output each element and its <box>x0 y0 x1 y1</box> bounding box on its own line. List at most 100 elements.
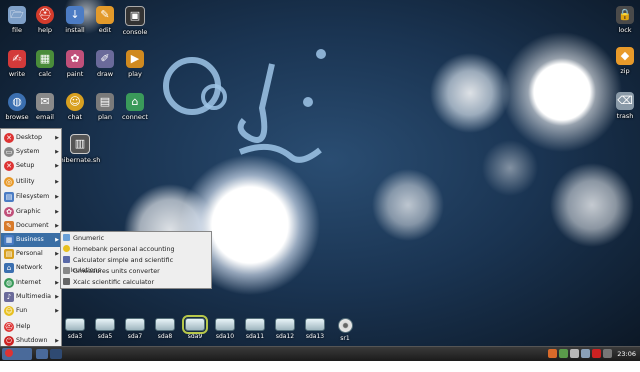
menu-item-system[interactable]: ▭ System ▶ <box>1 145 61 159</box>
desktop-icon-connect[interactable]: ⌂ connect <box>118 93 152 121</box>
calendar-icon: ▤ <box>96 93 114 111</box>
desktop-icon-zip[interactable]: ◆ zip <box>608 47 640 75</box>
hard-drive-icon <box>95 318 115 331</box>
drive-label: sr1 <box>340 335 350 342</box>
desktop-icon-calc[interactable]: ▦ calc <box>28 50 62 78</box>
hard-drive-icon <box>305 318 325 331</box>
menu-item-filesystem[interactable]: ▤ Filesystem ▶ <box>1 190 61 204</box>
archive-icon: ◆ <box>616 47 634 65</box>
menu-item-utility[interactable]: ◎ Utility ▶ <box>1 175 61 189</box>
drive-label: sda7 <box>127 333 143 340</box>
menu-item-business[interactable]: ▦ Business ▶ <box>1 233 61 247</box>
drive-label: sda11 <box>245 333 265 340</box>
tray-network-icon[interactable] <box>559 349 568 358</box>
menu-item-graphic[interactable]: ✿ Graphic ▶ <box>1 205 61 219</box>
desktop-icon-label: paint <box>66 70 84 78</box>
drive-sda7[interactable]: sda7 <box>122 318 148 340</box>
menu-item-setup[interactable]: ✕ Setup ▶ <box>1 159 61 173</box>
desktop-icon-plan[interactable]: ▤ plan <box>88 93 122 121</box>
lifebuoy-icon: ⛑ <box>36 6 54 24</box>
menu-item-label: Utility <box>16 178 35 185</box>
drive-label: sda10 <box>215 333 235 340</box>
desktop-icon-label: chat <box>67 113 83 121</box>
menu-item-internet[interactable]: ◍ Internet ▶ <box>1 276 61 290</box>
drive-sda11[interactable]: sda11 <box>242 318 268 340</box>
menu-item-desktop[interactable]: ✕ Desktop ▶ <box>1 131 61 145</box>
desktop-icon-install[interactable]: ↓ install <box>58 6 92 34</box>
edit-icon: ✎ <box>96 6 114 24</box>
desktop-icon: ✕ <box>4 133 14 143</box>
drive-label: sda3 <box>67 333 83 340</box>
desktop-icon-play[interactable]: ▶ play <box>118 50 152 78</box>
drive-label: sda12 <box>275 333 295 340</box>
arrow-right-icon: ▶ <box>55 135 59 141</box>
desktop-icon-label: calc <box>38 70 52 78</box>
xcalc-icon <box>63 278 70 285</box>
clock[interactable]: 23:06 <box>617 348 636 360</box>
taskbar-workspace-button[interactable] <box>50 349 62 359</box>
desktop-icon-trash[interactable]: ⌫ trash <box>608 92 640 120</box>
desktop-icon-label: install <box>65 26 85 34</box>
taskbar-desktop-button[interactable] <box>36 349 48 359</box>
calculator-icon <box>63 256 70 263</box>
trash-icon: ⌫ <box>616 92 634 110</box>
utility-icon: ◎ <box>4 177 14 187</box>
menu-item-personal[interactable]: ▤ Personal ▶ <box>1 247 61 261</box>
drive-sda10[interactable]: sda10 <box>212 318 238 340</box>
start-menu: ✕ Desktop ▶ ▭ System ▶ ✕ Setup ▶ ◎ Utility ▶ ▤ Fi… <box>0 128 62 349</box>
tray-battery-icon[interactable] <box>581 349 590 358</box>
arrow-right-icon: ▶ <box>55 237 59 243</box>
submenu-item-xcalc[interactable]: Xcalc scientific calculator <box>63 277 209 287</box>
spreadsheet-icon <box>63 234 70 241</box>
drive-sr1[interactable]: sr1 <box>332 318 358 342</box>
desktop-icon-label: plan <box>97 113 113 121</box>
menu-item-document[interactable]: ✎ Document ▶ <box>1 219 61 233</box>
desktop-icon-edit[interactable]: ✎ edit <box>88 6 122 34</box>
globe-icon: ◍ <box>8 93 26 111</box>
submenu-item-gnumeric[interactable]: Gnumeric <box>63 233 209 243</box>
desktop-icon-draw[interactable]: ✐ draw <box>88 50 122 78</box>
desktop-icon-hibernate[interactable]: ▥ hibernate.sh <box>58 134 102 164</box>
menu-item-network[interactable]: ⌂ Network ▶ <box>1 261 61 275</box>
menu-item-label: Filesystem <box>16 193 50 200</box>
menu-item-label: Internet <box>16 279 42 286</box>
menu-item-help[interactable]: ⛑ Help <box>1 320 61 334</box>
menu-item-multimedia[interactable]: ♪ Multimedia ▶ <box>1 290 61 304</box>
internet-icon: ◍ <box>4 278 14 288</box>
tray-power-icon[interactable] <box>592 349 601 358</box>
submenu-item-label: Xcalc scientific calculator <box>73 278 155 286</box>
desktop-icon-chat[interactable]: ☺ chat <box>58 93 92 121</box>
menu-item-fun[interactable]: ☺ Fun ▶ <box>1 304 61 318</box>
desktop-icon-label: connect <box>122 113 148 121</box>
menu-item-label: Network <box>16 264 43 271</box>
submenu-item-gmeasures[interactable]: Gmeasures units converter <box>63 266 209 276</box>
desktop-icon-paint[interactable]: ✿ paint <box>58 50 92 78</box>
tray-volume-icon[interactable] <box>570 349 579 358</box>
submenu-item-homebank[interactable]: Homebank personal accounting <box>63 244 209 254</box>
submenu-item-calculator[interactable]: Calculator simple and scientific calcula… <box>63 255 209 274</box>
tray-keyboard-icon[interactable] <box>603 349 612 358</box>
desktop-icon-lock[interactable]: 🔒 lock <box>608 6 640 34</box>
drive-sda13[interactable]: sda13 <box>302 318 328 340</box>
arrow-right-icon: ▶ <box>55 265 59 271</box>
start-menu-button[interactable]: Menu <box>2 348 32 370</box>
desktop-icon-label: trash <box>616 112 634 120</box>
menu-item-label: System <box>16 148 40 155</box>
desktop-icon-label: console <box>122 28 148 36</box>
menu-item-label: Business <box>16 236 44 243</box>
submenu-item-label: Gnumeric <box>73 234 105 242</box>
script-file-icon: ▥ <box>70 134 90 154</box>
fun-icon: ☺ <box>4 306 14 316</box>
write-icon: ✍ <box>8 50 26 68</box>
drive-sda8[interactable]: sda8 <box>152 318 178 340</box>
desktop-icon-console[interactable]: ▣ console <box>118 6 152 36</box>
hard-drive-icon <box>125 318 145 331</box>
tray-update-icon[interactable] <box>548 349 557 358</box>
desktop-icon-email[interactable]: ✉ email <box>28 93 62 121</box>
drive-sda5[interactable]: sda5 <box>92 318 118 340</box>
desktop-icon-help[interactable]: ⛑ help <box>28 6 62 34</box>
drive-sda3[interactable]: sda3 <box>62 318 88 340</box>
menu-item-label: Desktop <box>16 134 42 141</box>
drive-sda12[interactable]: sda12 <box>272 318 298 340</box>
drive-sda9[interactable]: sda9 <box>182 315 208 340</box>
